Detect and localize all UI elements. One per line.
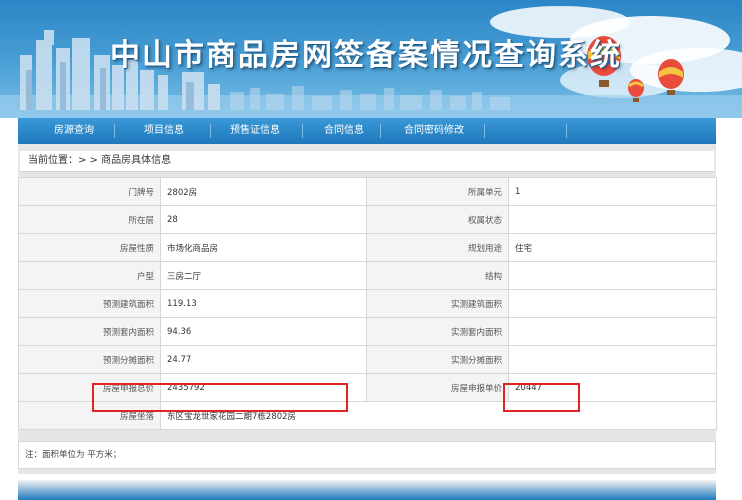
nav-divider (114, 124, 115, 138)
table-row: 预测分摊面积 24.77 实测分摊面积 (18, 345, 717, 374)
field-label: 实测套内面积 (366, 317, 509, 346)
field-label: 所属单元 (366, 177, 509, 206)
table-row: 预测建筑面积 119.13 实测建筑面积 (18, 289, 717, 318)
table-row: 户型 三房二厅 结构 (18, 261, 717, 290)
breadcrumb: 当前位置：> > 商品房具体信息 (20, 151, 714, 172)
field-value: 2802房 (160, 177, 367, 206)
table-row: 房屋性质 市场化商品房 规划用途 住宅 (18, 233, 717, 262)
field-value: 28 (160, 205, 367, 234)
field-value: 94.36 (160, 317, 367, 346)
nav-item-presale-permit[interactable]: 预售证信息 (230, 118, 280, 144)
field-value: 住宅 (508, 233, 717, 262)
footer-bar (18, 480, 716, 500)
field-value: 1 (508, 177, 717, 206)
nav-item-project-info[interactable]: 项目信息 (144, 118, 184, 144)
site-title: 中山市商品房网签备案情况查询系统 (110, 38, 622, 73)
field-value (508, 289, 717, 318)
nav-item-property-search[interactable]: 房源查询 (54, 118, 94, 144)
field-value (508, 317, 717, 346)
field-label: 实测建筑面积 (366, 289, 509, 318)
nav-item-contract-password[interactable]: 合同密码修改 (404, 118, 464, 144)
field-label: 房屋性质 (18, 233, 161, 262)
table-row: 所在层 28 权属状态 (18, 205, 717, 234)
field-label: 预测分摊面积 (18, 345, 161, 374)
field-value: 市场化商品房 (160, 233, 367, 262)
nav-divider (484, 124, 485, 138)
nav-divider (302, 124, 303, 138)
content-panel: 当前位置：> > 商品房具体信息 门牌号 2802房 所属单元 1 所在层 28… (18, 144, 717, 474)
field-label: 预测建筑面积 (18, 289, 161, 318)
nav-divider (566, 124, 567, 138)
nav-divider (210, 124, 211, 138)
field-value: 24.77 (160, 345, 367, 374)
field-value (508, 345, 717, 374)
field-label: 预测套内面积 (18, 317, 161, 346)
table-row: 预测套内面积 94.36 实测套内面积 (18, 317, 717, 346)
field-label: 所在层 (18, 205, 161, 234)
breadcrumb-label: 当前位置： (28, 155, 78, 166)
field-value (508, 205, 717, 234)
field-label: 门牌号 (18, 177, 161, 206)
highlight-box-total-price (92, 383, 348, 412)
field-label: 权属状态 (366, 205, 509, 234)
table-row: 门牌号 2802房 所属单元 1 (18, 177, 717, 206)
field-value (508, 261, 717, 290)
field-label: 房屋申报单价 (366, 373, 509, 402)
field-label: 结构 (366, 261, 509, 290)
highlight-box-unit-price (503, 383, 580, 412)
header-banner: 中山市商品房网签备案情况查询系统 (0, 0, 742, 118)
nav-divider (380, 124, 381, 138)
unit-note: 注：面积单位为 平方米； (18, 441, 716, 469)
breadcrumb-path: > > 商品房具体信息 (78, 155, 172, 166)
main-nav: 房源查询 项目信息 预售证信息 合同信息 合同密码修改 (18, 118, 716, 144)
nav-item-contract-info[interactable]: 合同信息 (324, 118, 364, 144)
field-value: 三房二厅 (160, 261, 367, 290)
field-label: 户型 (18, 261, 161, 290)
field-label: 规划用途 (366, 233, 509, 262)
field-value: 119.13 (160, 289, 367, 318)
field-label: 实测分摊面积 (366, 345, 509, 374)
